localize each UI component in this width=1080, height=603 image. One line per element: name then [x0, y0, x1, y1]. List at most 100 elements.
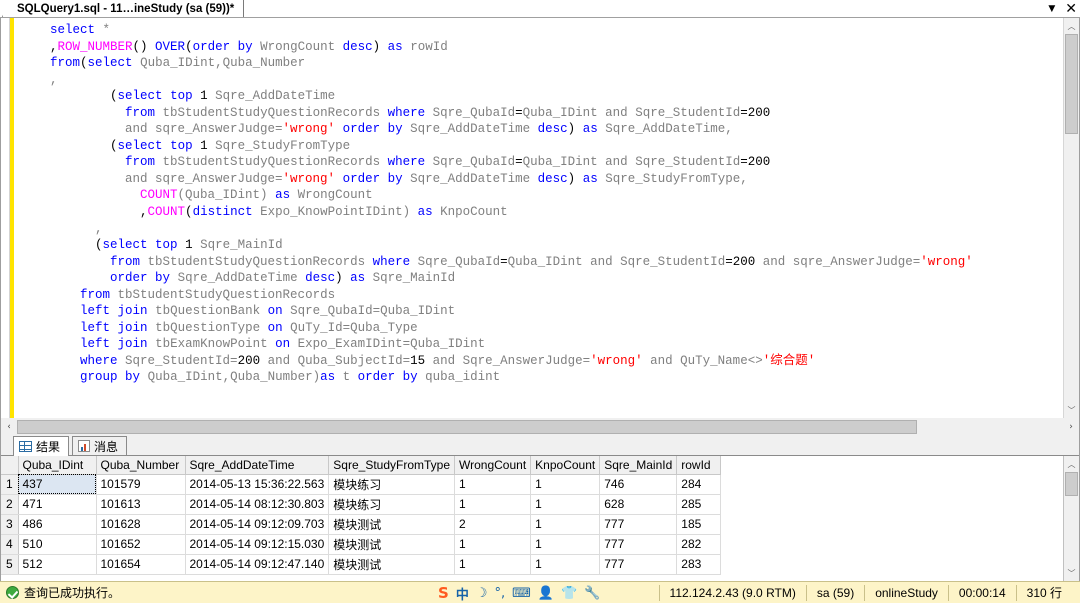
ime-keyboard-icon[interactable]: ⌨: [512, 587, 531, 600]
ime-chinese-mode-icon[interactable]: 中: [456, 584, 469, 603]
tab-results[interactable]: 结果: [13, 436, 70, 456]
code-token: =: [740, 105, 748, 120]
grid-cell[interactable]: 模块测试: [328, 514, 456, 535]
sql-code-area[interactable]: select * ,ROW_NUMBER() OVER(order by Wro…: [14, 18, 1079, 418]
close-icon[interactable]: ✕: [1065, 2, 1077, 16]
grid-cell[interactable]: 628: [599, 494, 678, 515]
grid-cell[interactable]: 101579: [96, 474, 186, 495]
grid-cell[interactable]: 101628: [96, 514, 186, 535]
ime-tools-icon[interactable]: 🔧: [584, 587, 600, 600]
scroll-right-arrow-icon[interactable]: ›: [1063, 419, 1079, 435]
editor-scroll-track[interactable]: [1064, 34, 1080, 402]
ime-moon-icon[interactable]: ☽: [476, 587, 488, 600]
grid-cell[interactable]: 模块练习: [328, 494, 456, 515]
grid-cell[interactable]: 2014-05-14 08:12:30.803: [185, 494, 330, 515]
results-scroll-down-arrow-icon[interactable]: ﹀: [1063, 565, 1079, 581]
table-row[interactable]: 1 437 101579 2014-05-13 15:36:22.563 模块练习 1 1 7…: [1, 474, 722, 495]
grid-cell[interactable]: 2014-05-14 09:12:47.140: [185, 554, 330, 575]
grid-cell[interactable]: 2014-05-14 09:12:09.703: [185, 514, 330, 535]
column-header[interactable]: rowId: [676, 456, 722, 475]
results-scroll-thumb[interactable]: [1065, 472, 1078, 496]
sogou-ime-toolbar[interactable]: S 中 ☽ °, ⌨ 👤 👕 🔧: [430, 582, 609, 603]
code-token: select: [50, 23, 96, 37]
grid-cell[interactable]: 2: [454, 514, 532, 535]
grid-cell[interactable]: 1: [530, 474, 601, 495]
grid-cell[interactable]: 746: [599, 474, 678, 495]
chevron-down-icon[interactable]: ▼: [1048, 4, 1055, 14]
grid-cell[interactable]: 1: [454, 494, 532, 515]
grid-corner-header[interactable]: [1, 456, 19, 475]
table-row[interactable]: 2 471 101613 2014-05-14 08:12:30.803 模块练习 1 1 6…: [1, 494, 722, 515]
ime-user-icon[interactable]: 👤: [538, 587, 554, 600]
code-line: left join tbQuestionBank on Sqre_QubaId=…: [20, 303, 1079, 320]
grid-cell[interactable]: 284: [676, 474, 722, 495]
grid-cell[interactable]: 1: [530, 514, 601, 535]
grid-cell[interactable]: 1: [530, 534, 601, 555]
column-header[interactable]: Quba_Number: [96, 456, 186, 475]
column-header[interactable]: WrongCount: [454, 456, 532, 475]
grid-cell[interactable]: 1: [454, 554, 532, 575]
column-header[interactable]: KnpoCount: [530, 456, 601, 475]
scroll-down-arrow-icon[interactable]: ﹀: [1063, 402, 1079, 418]
grid-cell[interactable]: 282: [676, 534, 722, 555]
grid-cell[interactable]: 185: [676, 514, 722, 535]
results-scroll-up-arrow-icon[interactable]: ︿: [1063, 456, 1079, 472]
grid-cell[interactable]: 437: [18, 474, 97, 495]
grid-cell[interactable]: 283: [676, 554, 722, 575]
grid-cell[interactable]: 471: [18, 494, 97, 515]
results-scroll-track[interactable]: [1064, 472, 1080, 565]
tab-messages[interactable]: 消息: [72, 436, 128, 455]
grid-cell[interactable]: 模块测试: [328, 534, 456, 555]
code-token: select: [102, 238, 148, 253]
grid-cell[interactable]: 101654: [96, 554, 186, 575]
row-number-cell[interactable]: 4: [1, 534, 19, 555]
grid-cell[interactable]: 2014-05-14 09:12:15.030: [185, 534, 330, 555]
grid-cell[interactable]: 285: [676, 494, 722, 515]
editor-vertical-scrollbar[interactable]: ︿ ﹀: [1063, 18, 1079, 418]
editor-hscroll-thumb[interactable]: [17, 419, 917, 434]
grid-cell[interactable]: 1: [454, 474, 532, 495]
sogou-logo-icon[interactable]: S: [438, 585, 449, 601]
sql-editor[interactable]: select * ,ROW_NUMBER() OVER(order by Wro…: [0, 18, 1080, 418]
grid-cell[interactable]: 486: [18, 514, 97, 535]
row-number-cell[interactable]: 1: [1, 474, 19, 495]
status-server: 112.124.2.43 (9.0 RTM): [658, 584, 806, 601]
results-grid[interactable]: Quba_IDint Quba_Number Sqre_AddDateTime Sqr…: [1, 456, 722, 575]
grid-cell[interactable]: 512: [18, 554, 97, 575]
grid-cell[interactable]: 510: [18, 534, 97, 555]
column-header[interactable]: Quba_IDint: [18, 456, 97, 475]
row-number-cell[interactable]: 3: [1, 514, 19, 535]
ime-punctuation-icon[interactable]: °,: [494, 587, 505, 600]
grid-cell[interactable]: 1: [530, 554, 601, 575]
row-number-cell[interactable]: 5: [1, 554, 19, 575]
document-tab-sqlquery1[interactable]: SQLQuery1.sql - 11…ineStudy (sa (59))*: [2, 0, 245, 17]
grid-cell[interactable]: 模块练习: [328, 474, 456, 495]
grid-cell[interactable]: 101613: [96, 494, 186, 515]
column-header[interactable]: Sqre_AddDateTime: [185, 456, 330, 475]
grid-cell[interactable]: 777: [599, 534, 678, 555]
editor-scroll-thumb[interactable]: [1065, 34, 1078, 134]
grid-cell[interactable]: 777: [599, 554, 678, 575]
results-grid-holder[interactable]: Quba_IDint Quba_Number Sqre_AddDateTime Sqr…: [1, 456, 1063, 581]
grid-cell[interactable]: 101652: [96, 534, 186, 555]
grid-cell[interactable]: 模块测试: [328, 554, 456, 575]
scroll-up-arrow-icon[interactable]: ︿: [1063, 18, 1079, 34]
grid-cell[interactable]: 777: [599, 514, 678, 535]
column-header[interactable]: Sqre_MainId: [599, 456, 678, 475]
code-token: Sqre_MainId: [192, 238, 283, 253]
grid-cell[interactable]: 2014-05-13 15:36:22.563: [185, 474, 330, 495]
column-header[interactable]: Sqre_StudyFromType: [328, 456, 456, 475]
results-vertical-scrollbar[interactable]: ︿ ﹀: [1063, 456, 1079, 581]
table-row[interactable]: 3 486 101628 2014-05-14 09:12:09.703 模块测试 2 1 7…: [1, 514, 722, 535]
table-row[interactable]: 5 512 101654 2014-05-14 09:12:47.140 模块测试 1 1 7…: [1, 554, 722, 575]
table-row[interactable]: 4 510 101652 2014-05-14 09:12:15.030 模块测试 1 1 7…: [1, 534, 722, 555]
row-number-cell[interactable]: 2: [1, 494, 19, 515]
ime-skin-icon[interactable]: 👕: [561, 587, 577, 600]
editor-horizontal-scrollbar[interactable]: ‹ ›: [0, 418, 1080, 435]
scroll-left-arrow-icon[interactable]: ‹: [1, 419, 17, 435]
code-token: by: [402, 370, 418, 385]
grid-cell[interactable]: 1: [530, 494, 601, 515]
code-token: ): [335, 271, 351, 286]
grid-cell[interactable]: 1: [454, 534, 532, 555]
